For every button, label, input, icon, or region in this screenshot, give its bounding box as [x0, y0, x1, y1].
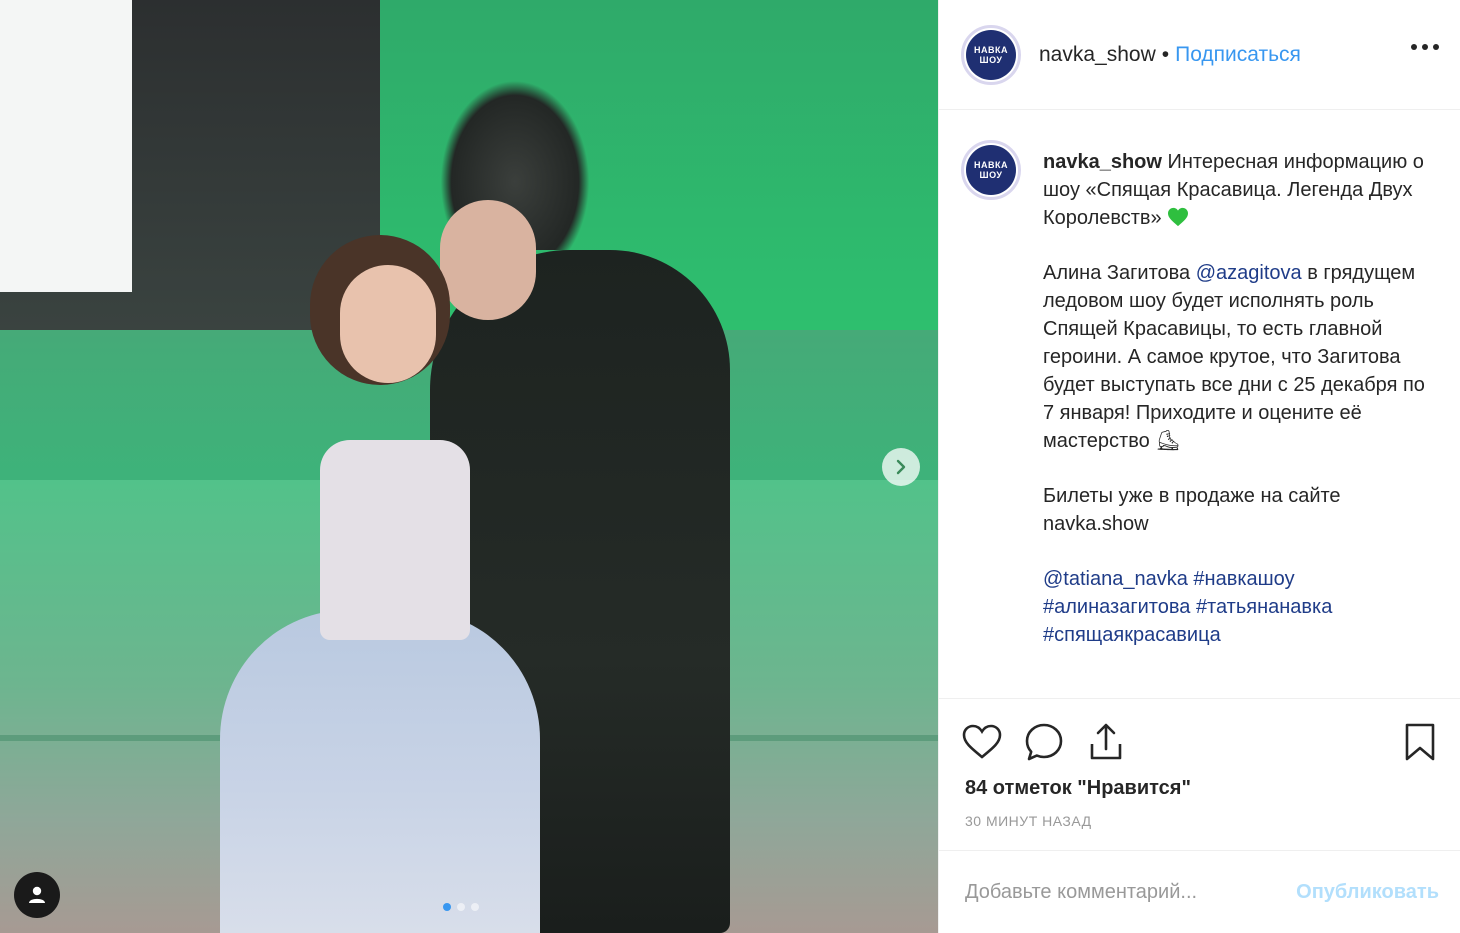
post-timestamp[interactable]: 30 минут назад — [965, 813, 1092, 829]
caption-text: navka_show Интересная информацию о шоу «… — [1043, 148, 1438, 676]
caption-avatar[interactable]: НАВКА ШОУ — [961, 140, 1021, 200]
screen-light — [0, 0, 132, 292]
more-options-icon[interactable] — [1411, 44, 1439, 50]
likes-count[interactable]: 84 отметок "Нравится" — [965, 777, 1191, 800]
hashtag-link[interactable]: #татьянанавка — [1196, 596, 1332, 618]
avatar-logo-text-top: НАВКА — [974, 44, 1008, 55]
post-sidebar: НАВКА ШОУ navka_show • Подписаться НАВКА… — [938, 0, 1460, 933]
carousel-dot — [457, 903, 465, 911]
caption-paragraph: navka_show Интересная информацию о шоу «… — [1043, 148, 1438, 232]
hashtag-link[interactable]: #навкашоу — [1193, 568, 1294, 590]
chevron-right-icon — [896, 459, 906, 475]
avatar-logo: НАВКА ШОУ — [966, 145, 1016, 195]
comment-button[interactable] — [1023, 721, 1065, 763]
light-dress-bodice — [320, 440, 470, 640]
light-dress-skirt — [220, 610, 540, 933]
comment-input[interactable] — [965, 880, 1297, 904]
like-button[interactable] — [961, 721, 1003, 763]
bookmark-icon — [1405, 723, 1435, 761]
share-icon — [1090, 723, 1122, 760]
comment-form: Опубликовать — [939, 850, 1460, 933]
caption-paragraph: Билеты уже в продаже на сайте navka.show — [1043, 482, 1438, 538]
caption-text-part: Алина Загитова — [1043, 262, 1196, 284]
light-figure-face — [340, 265, 436, 383]
carousel-dot — [443, 903, 451, 911]
username-link[interactable]: navka_show — [1039, 43, 1156, 67]
mention-link[interactable]: @azagitova — [1196, 262, 1302, 284]
caption-text-part: в грядущем ледовом шоу будет исполнять р… — [1043, 262, 1425, 452]
header-separator: • — [1161, 42, 1170, 66]
hashtag-link[interactable]: #спящаякрасавица — [1043, 624, 1221, 646]
instagram-post: НАВКА ШОУ navka_show • Подписаться НАВКА… — [0, 0, 1460, 933]
avatar-logo: НАВКА ШОУ — [966, 29, 1016, 80]
follow-button[interactable]: Подписаться — [1175, 43, 1301, 67]
dark-figure-face — [440, 200, 536, 320]
tagged-users-button[interactable] — [14, 872, 60, 918]
hashtag-link[interactable]: #алиназагитова — [1043, 596, 1190, 618]
comment-icon — [1025, 723, 1063, 761]
carousel-indicator — [443, 903, 479, 911]
post-photo[interactable] — [0, 0, 938, 933]
avatar-logo-text-top: НАВКА — [974, 160, 1008, 170]
caption-tags: @tatiana_navka #навкашоу #алиназагитова … — [1043, 565, 1438, 649]
carousel-dot — [471, 903, 479, 911]
action-icons — [961, 721, 1441, 763]
share-button[interactable] — [1085, 721, 1127, 763]
mention-link[interactable]: @tatiana_navka — [1043, 568, 1188, 590]
carousel-next-button[interactable] — [882, 448, 920, 486]
heart-icon — [962, 724, 1002, 759]
avatar-logo-text-bottom: ШОУ — [979, 170, 1003, 180]
caption-section: НАВКА ШОУ navka_show Интересная информац… — [939, 110, 1460, 698]
caption-username[interactable]: navka_show — [1043, 151, 1162, 173]
post-header: НАВКА ШОУ navka_show • Подписаться — [939, 0, 1460, 110]
avatar[interactable]: НАВКА ШОУ — [961, 24, 1021, 85]
post-actions: 84 отметок "Нравится" 30 минут назад — [939, 698, 1460, 850]
caption-paragraph: Алина Загитова @azagitova в грядущем лед… — [1043, 259, 1438, 455]
save-button[interactable] — [1399, 721, 1441, 763]
caption-text-part: Билеты уже в продаже на сайте navka.show — [1043, 485, 1341, 535]
user-icon — [29, 886, 45, 903]
avatar-logo-text-bottom: ШОУ — [979, 54, 1003, 65]
publish-button[interactable]: Опубликовать — [1296, 881, 1439, 904]
green-heart-icon — [1168, 207, 1189, 227]
